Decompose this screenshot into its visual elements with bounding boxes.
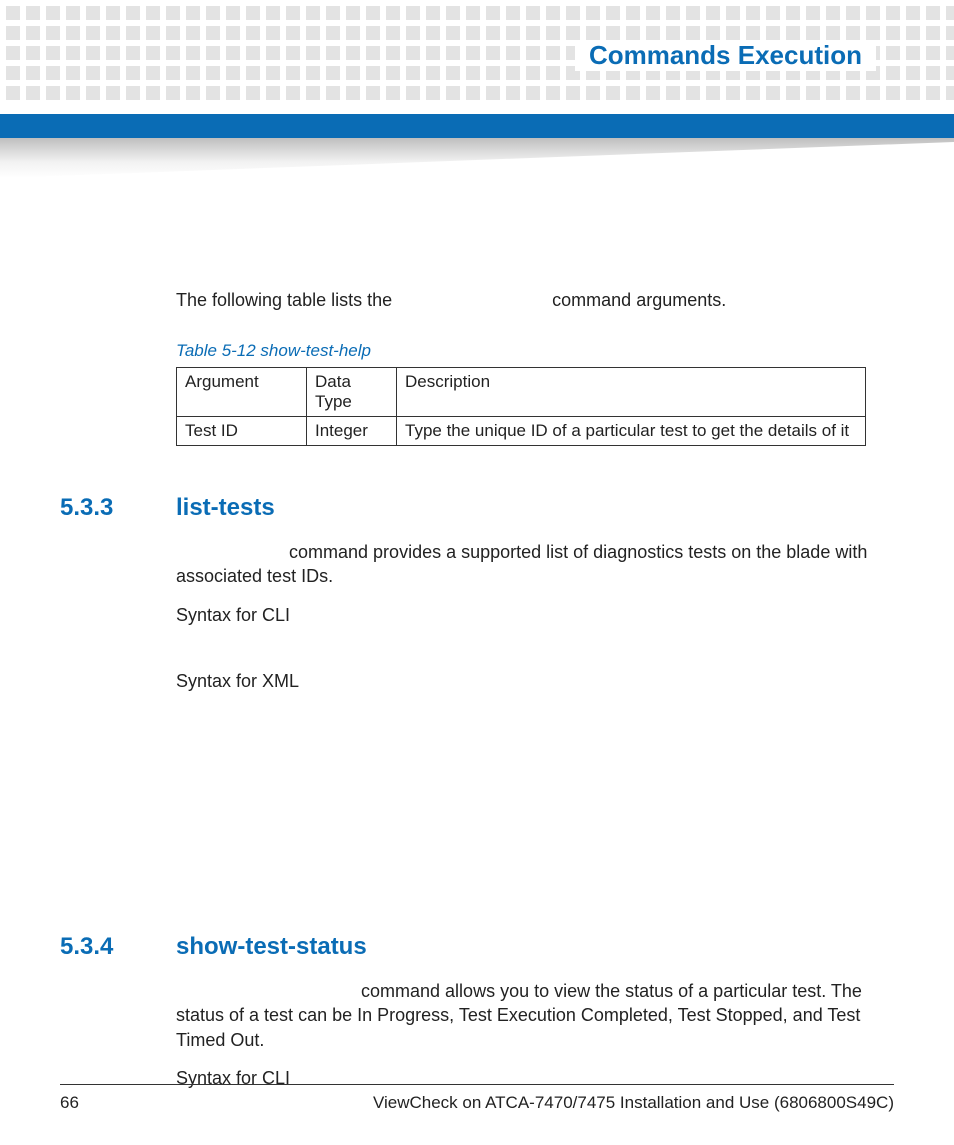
section-number: 5.3.3 — [60, 494, 176, 522]
section-heading: 5.3.4 show-test-status — [60, 933, 894, 961]
table-header-row: Argument Data Type Description — [177, 368, 866, 417]
page-number: 66 — [60, 1093, 79, 1113]
cell-datatype: Integer — [307, 417, 397, 446]
page: Commands Execution The following table l… — [0, 0, 954, 1145]
page-footer: 66 ViewCheck on ATCA-7470/7475 Installat… — [60, 1084, 894, 1113]
cell-description: Type the unique ID of a particular test … — [397, 417, 866, 446]
col-datatype: Data Type — [307, 368, 397, 417]
header-bar — [0, 114, 954, 138]
section-number: 5.3.4 — [60, 933, 176, 961]
intro-after: command arguments. — [552, 290, 726, 310]
arguments-table: Argument Data Type Description Test ID I… — [176, 367, 866, 446]
table-row: Test ID Integer Type the unique ID of a … — [177, 417, 866, 446]
chapter-title: Commands Execution — [575, 40, 876, 71]
section-desc-text: command allows you to view the status of… — [176, 981, 862, 1050]
section-description: command provides a supported list of dia… — [176, 540, 894, 589]
section-description: command allows you to view the status of… — [176, 979, 894, 1052]
header-wedge — [0, 138, 954, 178]
cell-argument: Test ID — [177, 417, 307, 446]
doc-title: ViewCheck on ATCA-7470/7475 Installation… — [373, 1093, 894, 1113]
content: The following table lists the command ar… — [60, 290, 894, 1104]
intro-paragraph: The following table lists the command ar… — [176, 290, 894, 311]
table-caption: Table 5-12 show-test-help — [176, 341, 894, 361]
col-description: Description — [397, 368, 866, 417]
syntax-cli-label: Syntax for CLI — [176, 603, 894, 627]
section-show-test-status: 5.3.4 show-test-status command allows yo… — [60, 933, 894, 1090]
syntax-cli-content-gap — [60, 641, 894, 669]
col-argument: Argument — [177, 368, 307, 417]
section-heading: 5.3.3 list-tests — [60, 494, 894, 522]
section-list-tests: 5.3.3 list-tests command provides a supp… — [60, 494, 894, 693]
section-title: show-test-status — [176, 933, 367, 961]
syntax-xml-label: Syntax for XML — [176, 669, 894, 693]
section-desc-text: command provides a supported list of dia… — [176, 542, 867, 586]
intro-before: The following table lists the — [176, 290, 392, 310]
section-title: list-tests — [176, 494, 275, 522]
